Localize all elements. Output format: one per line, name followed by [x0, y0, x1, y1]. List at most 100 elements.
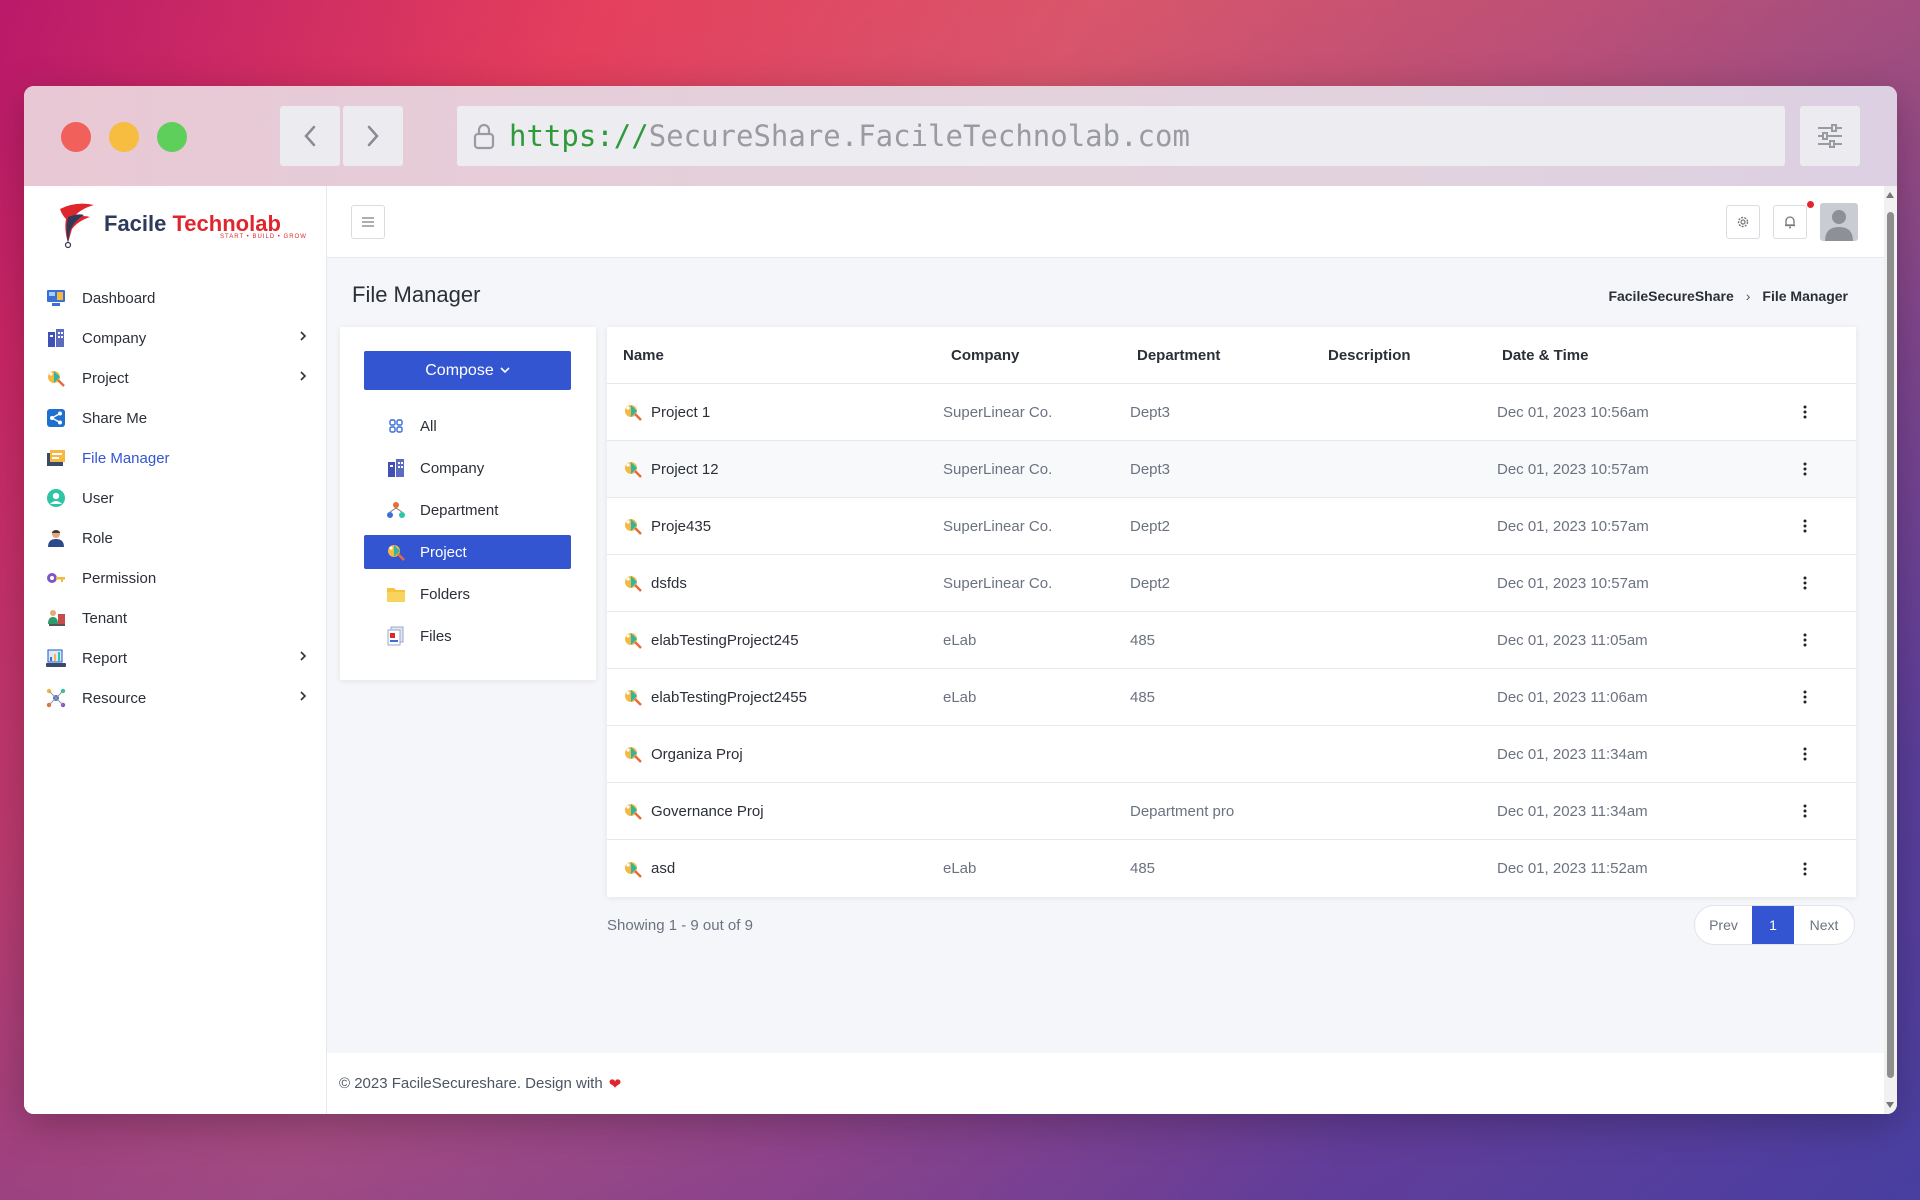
- share-icon: [46, 408, 66, 428]
- column-header-department[interactable]: Department: [1137, 347, 1220, 364]
- app-area: Facile Technolab START • BUILD • GROW Da…: [24, 186, 1884, 1114]
- sidebar-item-role[interactable]: Role: [24, 518, 327, 558]
- filter-item-company[interactable]: Company: [364, 451, 571, 485]
- sidebar-item-label: Project: [82, 369, 129, 387]
- breadcrumb-current: File Manager: [1762, 288, 1848, 304]
- department-cell: Dept3: [1130, 460, 1171, 478]
- row-more-options-icon[interactable]: [1794, 858, 1816, 880]
- department-cell: 485: [1130, 860, 1156, 877]
- filter-item-project[interactable]: Project: [364, 535, 571, 569]
- close-window-button[interactable]: [61, 122, 91, 152]
- filter-item-folders[interactable]: Folders: [364, 577, 571, 611]
- filter-item-files[interactable]: Files: [364, 619, 571, 653]
- row-more-options-icon[interactable]: [1794, 458, 1816, 480]
- table-row[interactable]: dsfds SuperLinear Co. Dept2 Dec 01, 2023 10…: [607, 555, 1856, 612]
- row-more-options-icon[interactable]: [1794, 572, 1816, 594]
- sidebar-item-label: Dashboard: [82, 289, 156, 307]
- table-row[interactable]: asd eLab 485 Dec 01, 2023 11:52am: [607, 840, 1856, 897]
- permission-icon: [46, 568, 66, 588]
- row-more-options-icon[interactable]: [1794, 686, 1816, 708]
- project-name-cell[interactable]: Project 1: [623, 402, 710, 422]
- filter-item-department[interactable]: Department: [364, 493, 571, 527]
- row-more-options-icon[interactable]: [1794, 629, 1816, 651]
- company-cell: eLab: [943, 631, 977, 649]
- project-name-cell[interactable]: elabTestingProject245: [623, 630, 799, 650]
- sidebar-item-file-manager[interactable]: File Manager: [24, 438, 327, 478]
- browser-back-button[interactable]: [280, 106, 340, 166]
- project-name-cell[interactable]: dsfds: [623, 573, 687, 593]
- filter-item-label: Project: [420, 543, 467, 561]
- user-avatar[interactable]: [1820, 203, 1858, 241]
- scroll-down-icon[interactable]: [1886, 1102, 1894, 1108]
- project-name-cell[interactable]: Organiza Proj: [623, 744, 743, 764]
- page-scrollbar[interactable]: [1884, 186, 1897, 1114]
- table-row[interactable]: Project 1 SuperLinear Co. Dept3 Dec 01, 202…: [607, 384, 1856, 441]
- notifications-button[interactable]: [1773, 205, 1807, 239]
- date-cell: Dec 01, 2023 11:52am: [1497, 860, 1648, 877]
- row-more-options-icon[interactable]: [1794, 800, 1816, 822]
- sidebar-item-label: Role: [82, 529, 113, 547]
- project-name: Proje435: [651, 517, 712, 535]
- chevron-right-icon: [300, 690, 307, 704]
- table-row[interactable]: elabTestingProject245 eLab 485 Dec 01, 2023…: [607, 612, 1856, 669]
- brand-logo[interactable]: Facile Technolab START • BUILD • GROW: [54, 198, 306, 250]
- sidebar-item-user[interactable]: User: [24, 478, 327, 518]
- sidebar-item-company[interactable]: Company: [24, 318, 327, 358]
- top-bar: [327, 186, 1884, 258]
- logo-mark-icon: [60, 203, 94, 249]
- project-icon: [623, 402, 643, 422]
- project-icon: [46, 368, 66, 388]
- dashboard-icon: [46, 288, 66, 308]
- menu-toggle-button[interactable]: [351, 205, 385, 239]
- table-row[interactable]: Proje435 SuperLinear Co. Dept2 Dec 01, 2023…: [607, 498, 1856, 555]
- breadcrumb-home[interactable]: FacileSecureShare: [1608, 288, 1733, 304]
- grid-icon: [386, 416, 406, 436]
- scrollbar-thumb[interactable]: [1887, 212, 1894, 1078]
- scroll-up-icon[interactable]: [1886, 192, 1894, 198]
- filter-item-all[interactable]: All: [364, 409, 571, 443]
- project-name: dsfds: [651, 574, 687, 592]
- table-row[interactable]: Project 12 SuperLinear Co. Dept3 Dec 01, 20…: [607, 441, 1856, 498]
- row-more-options-icon[interactable]: [1794, 401, 1816, 423]
- footer: © 2023 FacileSecureshare. Design with ❤: [327, 1053, 1884, 1114]
- browser-toolbar: https://SecureShare.FacileTechnolab.com: [24, 86, 1897, 186]
- sidebar-item-project[interactable]: Project: [24, 358, 327, 398]
- sidebar-item-share-me[interactable]: Share Me: [24, 398, 327, 438]
- address-bar[interactable]: https://SecureShare.FacileTechnolab.com: [457, 106, 1785, 166]
- file-filter-panel: Compose All Company Department Project Folde…: [340, 327, 596, 680]
- brand-tagline: START • BUILD • GROW: [220, 234, 307, 240]
- compose-button[interactable]: Compose: [364, 351, 571, 390]
- date-cell: Dec 01, 2023 10:56am: [1497, 403, 1649, 421]
- browser-forward-button[interactable]: [343, 106, 403, 166]
- project-name-cell[interactable]: elabTestingProject2455: [623, 687, 807, 707]
- project-name: elabTestingProject2455: [651, 688, 807, 706]
- page-1-button[interactable]: 1: [1752, 906, 1794, 944]
- sidebar-item-permission[interactable]: Permission: [24, 558, 327, 598]
- column-header-company[interactable]: Company: [951, 347, 1019, 364]
- project-name-cell[interactable]: Governance Proj: [623, 801, 764, 821]
- prev-page-button[interactable]: Prev: [1695, 906, 1752, 944]
- project-name-cell[interactable]: Proje435: [623, 516, 711, 536]
- minimize-window-button[interactable]: [109, 122, 139, 152]
- filter-item-label: Company: [420, 459, 485, 477]
- sidebar-item-dashboard[interactable]: Dashboard: [24, 278, 327, 318]
- table-row[interactable]: Governance Proj Department pro Dec 01, 202…: [607, 783, 1856, 840]
- column-header-name[interactable]: Name: [623, 347, 664, 364]
- department-cell: Dept2: [1130, 574, 1171, 592]
- table-row[interactable]: elabTestingProject2455 eLab 485 Dec 01, 202…: [607, 669, 1856, 726]
- column-header-date-time[interactable]: Date & Time: [1502, 347, 1588, 364]
- browser-settings-button[interactable]: [1800, 106, 1860, 166]
- next-page-button[interactable]: Next: [1794, 906, 1854, 944]
- table-row[interactable]: Organiza Proj Dec 01, 2023 11:34am: [607, 726, 1856, 783]
- sidebar-item-resource[interactable]: Resource: [24, 678, 327, 718]
- sidebar-item-report[interactable]: Report: [24, 638, 327, 678]
- project-name-cell[interactable]: Project 12: [623, 459, 719, 479]
- row-more-options-icon[interactable]: [1794, 515, 1816, 537]
- column-header-description[interactable]: Description: [1328, 347, 1411, 364]
- project-name-cell[interactable]: asd: [623, 859, 675, 879]
- row-more-options-icon[interactable]: [1794, 743, 1816, 765]
- date-cell: Dec 01, 2023 11:06am: [1497, 688, 1648, 706]
- maximize-window-button[interactable]: [157, 122, 187, 152]
- settings-button[interactable]: [1726, 205, 1760, 239]
- sidebar-item-tenant[interactable]: Tenant: [24, 598, 327, 638]
